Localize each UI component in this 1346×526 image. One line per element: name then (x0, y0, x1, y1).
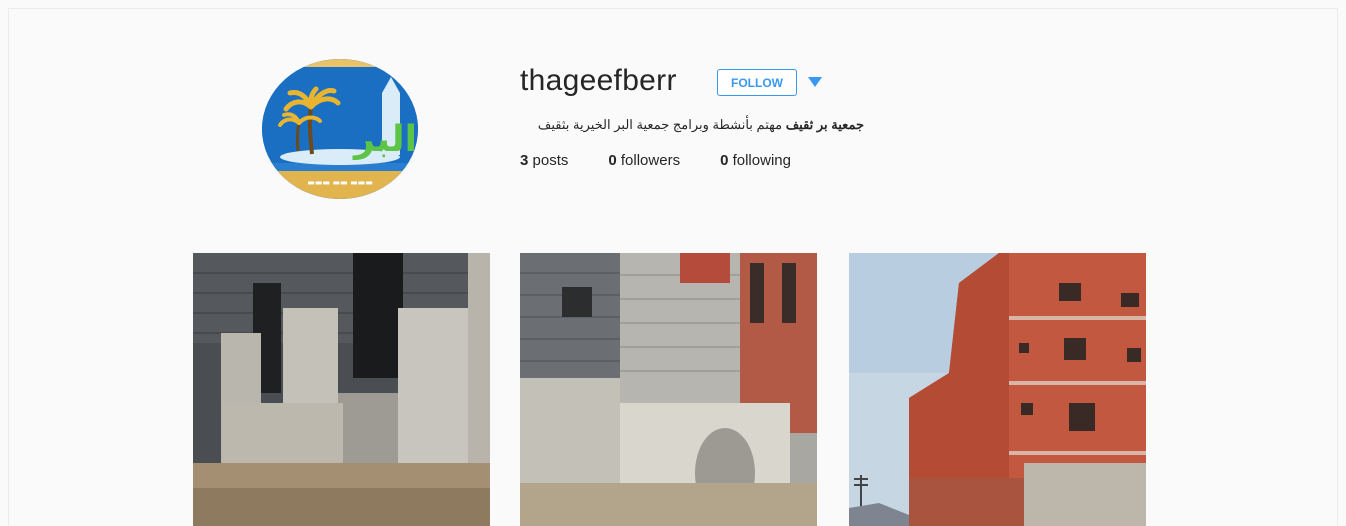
follow-button[interactable]: FOLLOW (717, 69, 797, 96)
bio-text: مهتم بأنشطة وبرامج جمعية البر الخيرية بث… (537, 117, 786, 132)
profile-bio: جمعية بر ثقيف مهتم بأنشطة وبرامج جمعية ا… (520, 117, 864, 133)
profile-avatar[interactable]: البر ▬▬▬ ▬▬ ▬▬▬ (262, 59, 418, 199)
following-stat[interactable]: 0 following (720, 152, 791, 169)
posts-stat[interactable]: 3 posts (520, 152, 568, 169)
followers-label: followers (616, 152, 681, 169)
dropdown-arrow-icon[interactable] (808, 77, 822, 87)
logo-text: البر (352, 119, 417, 160)
post-image-3 (849, 253, 1146, 526)
logo-image: البر ▬▬▬ ▬▬ ▬▬▬ (262, 59, 418, 199)
followers-count: 0 (608, 152, 617, 169)
bio-name: جمعية بر ثقيف (785, 117, 864, 132)
post-thumbnail-3[interactable] (849, 253, 1146, 526)
following-label: following (728, 152, 791, 169)
profile-username: thageefberr (520, 64, 677, 97)
post-image-1 (193, 253, 490, 526)
post-thumbnail-1[interactable] (193, 253, 490, 526)
posts-label: posts (528, 152, 569, 169)
post-thumbnail-2[interactable] (520, 253, 817, 526)
profile-stats: 3 posts 0 followers 0 following (520, 152, 831, 169)
followers-stat[interactable]: 0 followers (608, 152, 680, 169)
svg-text:▬▬▬ ▬▬ ▬▬▬: ▬▬▬ ▬▬ ▬▬▬ (307, 178, 373, 187)
post-image-2 (520, 253, 817, 526)
